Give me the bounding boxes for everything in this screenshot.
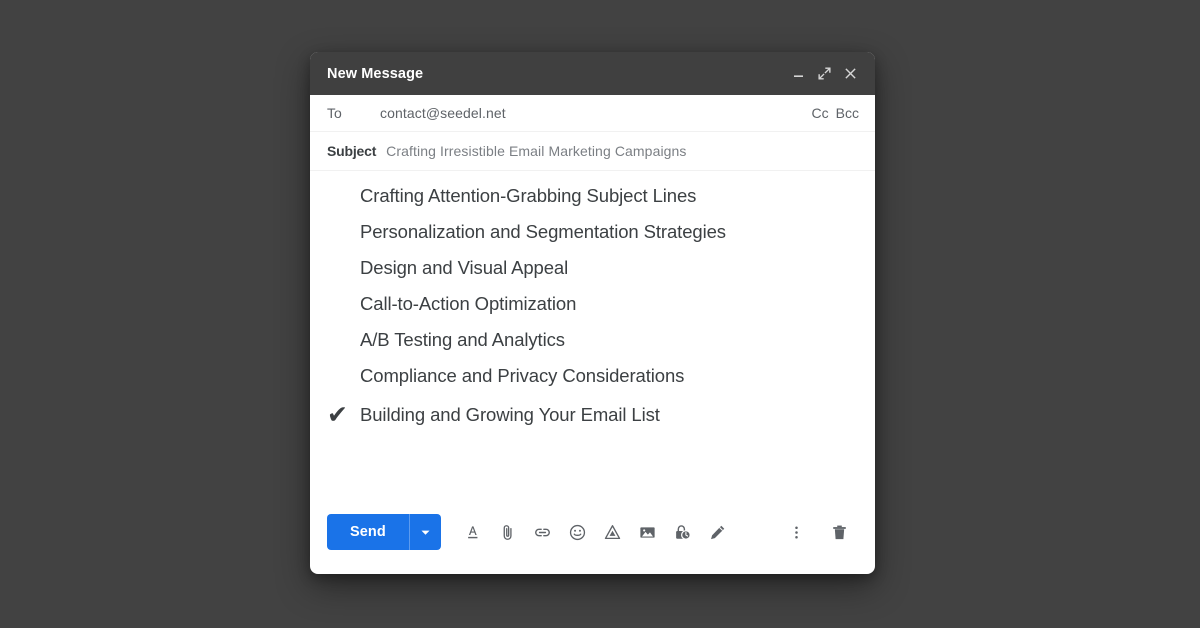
subject-input[interactable]: Crafting Irresistible Email Marketing Ca… bbox=[386, 143, 859, 159]
close-icon[interactable] bbox=[837, 61, 863, 87]
body-line[interactable]: Design and Visual Appeal bbox=[327, 257, 859, 293]
body-line[interactable]: Personalization and Segmentation Strateg… bbox=[327, 221, 859, 257]
insert-emoji-icon[interactable] bbox=[560, 515, 595, 549]
insert-signature-icon[interactable] bbox=[700, 515, 735, 549]
body-line[interactable]: A/B Testing and Analytics bbox=[327, 329, 859, 365]
body-line[interactable]: Compliance and Privacy Considerations bbox=[327, 365, 859, 401]
send-options-button[interactable] bbox=[408, 514, 441, 550]
toolbar-icon-group bbox=[455, 515, 779, 549]
body-line-text: Crafting Attention-Grabbing Subject Line… bbox=[360, 185, 697, 206]
toolbar-right-group bbox=[779, 515, 857, 549]
subject-field-row[interactable]: Subject Crafting Irresistible Email Mark… bbox=[310, 132, 875, 171]
page-title: New Message bbox=[327, 65, 424, 82]
insert-photo-icon[interactable] bbox=[630, 515, 665, 549]
send-button[interactable]: Send bbox=[327, 514, 409, 550]
more-options-icon[interactable] bbox=[779, 515, 814, 549]
insert-link-icon[interactable] bbox=[525, 515, 560, 549]
to-field-row[interactable]: To contact@seedel.net Cc Bcc bbox=[310, 95, 875, 132]
attach-file-icon[interactable] bbox=[490, 515, 525, 549]
body-line[interactable]: ✔ Building and Growing Your Email List bbox=[327, 401, 859, 437]
subject-label: Subject bbox=[327, 143, 377, 159]
compose-title-bar: New Message bbox=[310, 52, 875, 95]
body-line-text: A/B Testing and Analytics bbox=[360, 329, 565, 350]
body-line-text: Design and Visual Appeal bbox=[360, 257, 569, 278]
bcc-button[interactable]: Bcc bbox=[836, 105, 859, 121]
chevron-down-icon bbox=[421, 530, 430, 535]
body-line[interactable]: Crafting Attention-Grabbing Subject Line… bbox=[327, 185, 859, 221]
compose-toolbar: Send bbox=[310, 500, 875, 574]
message-body-input[interactable]: Crafting Attention-Grabbing Subject Line… bbox=[310, 171, 875, 500]
send-button-group: Send bbox=[327, 514, 441, 550]
compose-window: New Message To contact@seedel.net Cc Bcc… bbox=[310, 52, 875, 574]
to-input[interactable]: contact@seedel.net bbox=[380, 105, 812, 121]
insert-drive-file-icon[interactable] bbox=[595, 515, 630, 549]
trash-icon[interactable] bbox=[822, 515, 857, 549]
cc-bcc-group: Cc Bcc bbox=[812, 105, 859, 121]
confidential-mode-icon[interactable] bbox=[665, 515, 700, 549]
body-line-text: Building and Growing Your Email List bbox=[360, 404, 660, 425]
to-label: To bbox=[327, 105, 342, 121]
body-line-text: Personalization and Segmentation Strateg… bbox=[360, 221, 726, 242]
body-line-text: Call-to-Action Optimization bbox=[360, 293, 577, 314]
body-line[interactable]: Call-to-Action Optimization bbox=[327, 293, 859, 329]
checkmark-icon: ✔ bbox=[327, 401, 348, 429]
cc-button[interactable]: Cc bbox=[812, 105, 829, 121]
formatting-options-icon[interactable] bbox=[455, 515, 490, 549]
expand-button[interactable] bbox=[811, 61, 837, 87]
minimize-button[interactable] bbox=[785, 61, 811, 87]
body-line-text: Compliance and Privacy Considerations bbox=[360, 365, 685, 386]
